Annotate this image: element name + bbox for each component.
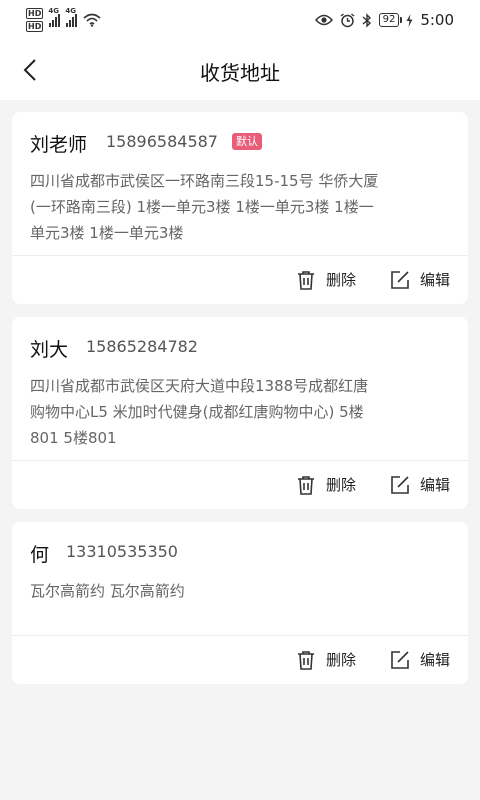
- address-card[interactable]: 刘大 15865284782 四川省成都市武侯区天府大道中段1388号成都红唐购…: [12, 317, 468, 509]
- edit-icon: [391, 270, 409, 289]
- address-card[interactable]: 刘老师 15896584587 默认 四川省成都市武侯区一环路南三段15-15号…: [12, 112, 468, 304]
- trash-icon: [298, 650, 314, 670]
- edit-label: 编辑: [420, 476, 451, 494]
- edit-icon: [391, 650, 409, 669]
- top-nav-bar: 收货地址: [0, 40, 480, 100]
- contact-name: 何: [30, 544, 50, 566]
- delete-label: 删除: [326, 271, 357, 289]
- network-type-2: 4G: [65, 7, 76, 15]
- divider: [12, 635, 468, 636]
- page-title: 收货地址: [200, 61, 280, 85]
- contact-phone: 15896584587: [106, 132, 218, 151]
- address-text: 四川省成都市武侯区一环路南三段15-15号 华侨大厦(一环路南三段) 1楼一单元…: [30, 172, 379, 242]
- eye-icon: [314, 14, 333, 26]
- edit-label: 编辑: [420, 651, 451, 669]
- status-bar: HD HD 4G 4G 92 5:00: [0, 0, 480, 40]
- status-right: 92 5:00: [314, 9, 454, 31]
- divider: [12, 460, 468, 461]
- delete-button[interactable]: 删除: [296, 649, 356, 670]
- wifi-icon: [83, 13, 101, 27]
- contact-phone: 15865284782: [86, 337, 198, 356]
- address-text: 四川省成都市武侯区天府大道中段1388号成都红唐购物中心L5 米加时代健身(成都…: [30, 377, 369, 447]
- hd-badge-2: HD: [26, 21, 44, 32]
- hd-indicators: HD HD: [26, 8, 44, 32]
- edit-icon: [391, 475, 409, 494]
- network-type-1: 4G: [48, 7, 59, 15]
- contact-name: 刘老师: [30, 134, 88, 156]
- address-card[interactable]: 何 13310535350 瓦尔高箭约 瓦尔高箭约 删除 编辑: [12, 522, 468, 684]
- charging-icon: [406, 13, 413, 27]
- edit-button[interactable]: 编辑: [390, 269, 450, 290]
- address-text: 瓦尔高箭约 瓦尔高箭约: [30, 582, 185, 600]
- status-left: HD HD 4G 4G: [26, 7, 101, 33]
- delete-button[interactable]: 删除: [296, 269, 356, 290]
- edit-button[interactable]: 编辑: [390, 474, 450, 495]
- edit-button[interactable]: 编辑: [390, 649, 450, 670]
- signal-icon-1: 4G: [48, 7, 61, 27]
- alarm-icon: [340, 12, 355, 27]
- delete-label: 删除: [326, 476, 357, 494]
- battery-icon: 92: [378, 13, 403, 27]
- contact-name: 刘大: [30, 339, 69, 361]
- bluetooth-icon: [362, 12, 371, 28]
- delete-label: 删除: [326, 651, 357, 669]
- trash-icon: [298, 270, 314, 290]
- default-badge: 默认: [232, 133, 262, 150]
- delete-button[interactable]: 删除: [296, 474, 356, 495]
- divider: [12, 255, 468, 256]
- trash-icon: [298, 475, 314, 495]
- hd-badge-1: HD: [26, 8, 44, 19]
- clock-time: 5:00: [420, 11, 454, 29]
- edit-label: 编辑: [420, 271, 451, 289]
- contact-phone: 13310535350: [66, 542, 178, 561]
- signal-icon-2: 4G: [65, 7, 78, 27]
